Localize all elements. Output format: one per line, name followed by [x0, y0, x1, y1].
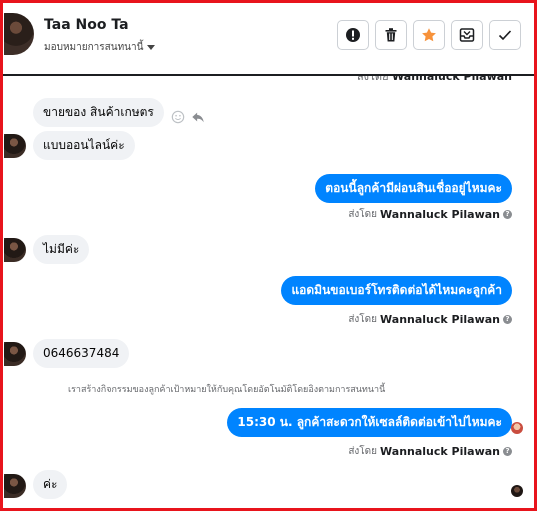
info-icon[interactable]: ?	[503, 210, 512, 219]
caret-down-icon	[147, 45, 156, 50]
contact-avatar-small[interactable]	[4, 342, 26, 366]
archive-icon	[459, 28, 475, 42]
contact-avatar-small[interactable]	[4, 474, 26, 498]
reply-icon[interactable]	[191, 110, 205, 124]
agent-read-receipt-avatar	[511, 422, 523, 434]
message-bubble-incoming[interactable]: ค่ะ	[33, 470, 68, 499]
contact-name[interactable]: Taa Noo Ta	[44, 17, 129, 33]
sent-by-label: ส่งโดย Wannaluck Pilawan ?	[348, 444, 512, 459]
message-bubble-incoming[interactable]: แบบออนไลน์ค่ะ	[33, 131, 135, 160]
info-icon[interactable]: ?	[503, 315, 512, 324]
contact-avatar-small[interactable]	[4, 134, 26, 158]
alert-icon	[346, 28, 360, 42]
star-icon	[422, 28, 436, 42]
contact-avatar[interactable]	[4, 13, 34, 55]
mark-done-button[interactable]	[489, 20, 521, 50]
emoji-react-icon[interactable]	[171, 110, 185, 124]
conversation-actions	[337, 20, 521, 50]
message-bubble-incoming[interactable]: ไม่มีค่ะ	[33, 235, 90, 264]
message-bubble-outgoing[interactable]: 15:30 น. ลูกค้าสะดวกให้เซลล์ติดต่อเข้าไป…	[227, 408, 512, 437]
message-bubble-outgoing[interactable]: แอดมินขอเบอร์โทรติดต่อได้ไหมคะลูกค้า	[281, 276, 512, 305]
assign-conversation-dropdown[interactable]: มอบหมายการสนทนานี้	[44, 40, 156, 55]
sent-by-label: ส่งโดย Wannaluck Pilawan ?	[348, 207, 512, 222]
move-to-inbox-button[interactable]	[451, 20, 483, 50]
assign-label: มอบหมายการสนทนานี้	[44, 42, 144, 53]
system-note: เราสร้างกิจกรรมของลูกค้าเป้าหมายให้กับคุ…	[68, 385, 386, 395]
star-button[interactable]	[413, 20, 445, 50]
message-thread: ส่งโดย Wannaluck Pilawan ขายของ สินค้าเก…	[3, 74, 534, 508]
conversation-header: Taa Noo Ta มอบหมายการสนทนานี้	[3, 3, 534, 76]
info-icon[interactable]: ?	[503, 447, 512, 456]
trash-icon	[385, 28, 397, 42]
checkmark-icon	[498, 30, 512, 41]
message-bubble-outgoing[interactable]: ตอนนี้ลูกค้ามีผ่อนสินเชื่ออยู่ไหมคะ	[315, 174, 512, 203]
message-bubble-incoming[interactable]: ขายของ สินค้าเกษตร	[33, 98, 164, 127]
window-frame: Taa Noo Ta มอบหมายการสนทนานี้ ส่งโดย Wan…	[0, 0, 537, 511]
sent-by-label: ส่งโดย Wannaluck Pilawan ?	[348, 312, 512, 327]
contact-avatar-small[interactable]	[4, 238, 26, 262]
contact-read-receipt-avatar	[511, 485, 523, 497]
delete-button[interactable]	[375, 20, 407, 50]
message-hover-actions	[171, 110, 205, 124]
mark-spam-button[interactable]	[337, 20, 369, 50]
message-bubble-incoming[interactable]: 0646637484	[33, 339, 130, 368]
